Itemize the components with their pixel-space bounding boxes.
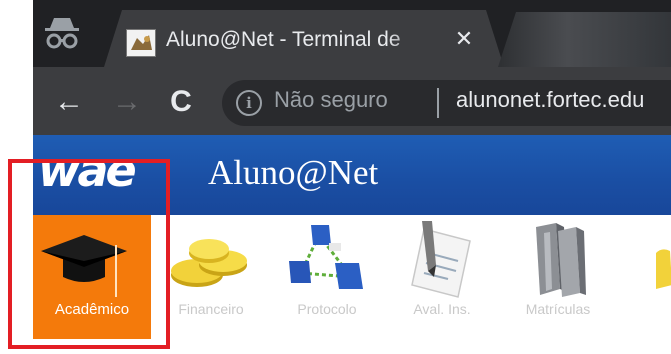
reload-icon[interactable]: C	[164, 84, 198, 120]
tab-title: Aluno@Net - Terminal de	[166, 28, 401, 51]
partial-menu-icon	[656, 249, 671, 289]
info-icon[interactable]: i	[236, 90, 262, 116]
menu-item-matriculas[interactable]: Matrículas	[502, 215, 614, 339]
menu-label: Protocolo	[297, 301, 357, 317]
menu-item-partial[interactable]	[616, 215, 671, 339]
selection-highlight-box	[8, 159, 170, 349]
books-icon	[536, 223, 586, 297]
security-status-label[interactable]: Não seguro	[274, 87, 388, 113]
address-separator	[437, 88, 439, 118]
menu-label: Aval. Ins.	[413, 301, 471, 317]
url-text[interactable]: alunonet.fortec.edu	[456, 87, 644, 113]
browser-tab-inactive[interactable]	[498, 12, 671, 67]
menu-item-financeiro[interactable]: Financeiro	[155, 215, 267, 339]
menu-label: Matrículas	[525, 301, 591, 317]
forward-arrow-icon[interactable]: →	[110, 84, 144, 120]
app-favicon-icon	[126, 29, 156, 57]
menu-item-protocolo[interactable]: Protocolo	[271, 215, 383, 339]
coins-icon	[171, 239, 247, 287]
document-signing-icon	[411, 221, 471, 298]
menu-label: Financeiro	[178, 301, 244, 317]
app-title: Aluno@Net	[208, 153, 379, 192]
back-arrow-icon[interactable]: ←	[52, 84, 86, 120]
incognito-icon	[42, 14, 82, 54]
menu-item-aval-ins[interactable]: Aval. Ins.	[386, 215, 498, 339]
tab-close-icon[interactable]: ✕	[452, 24, 476, 54]
network-icon	[289, 225, 363, 289]
